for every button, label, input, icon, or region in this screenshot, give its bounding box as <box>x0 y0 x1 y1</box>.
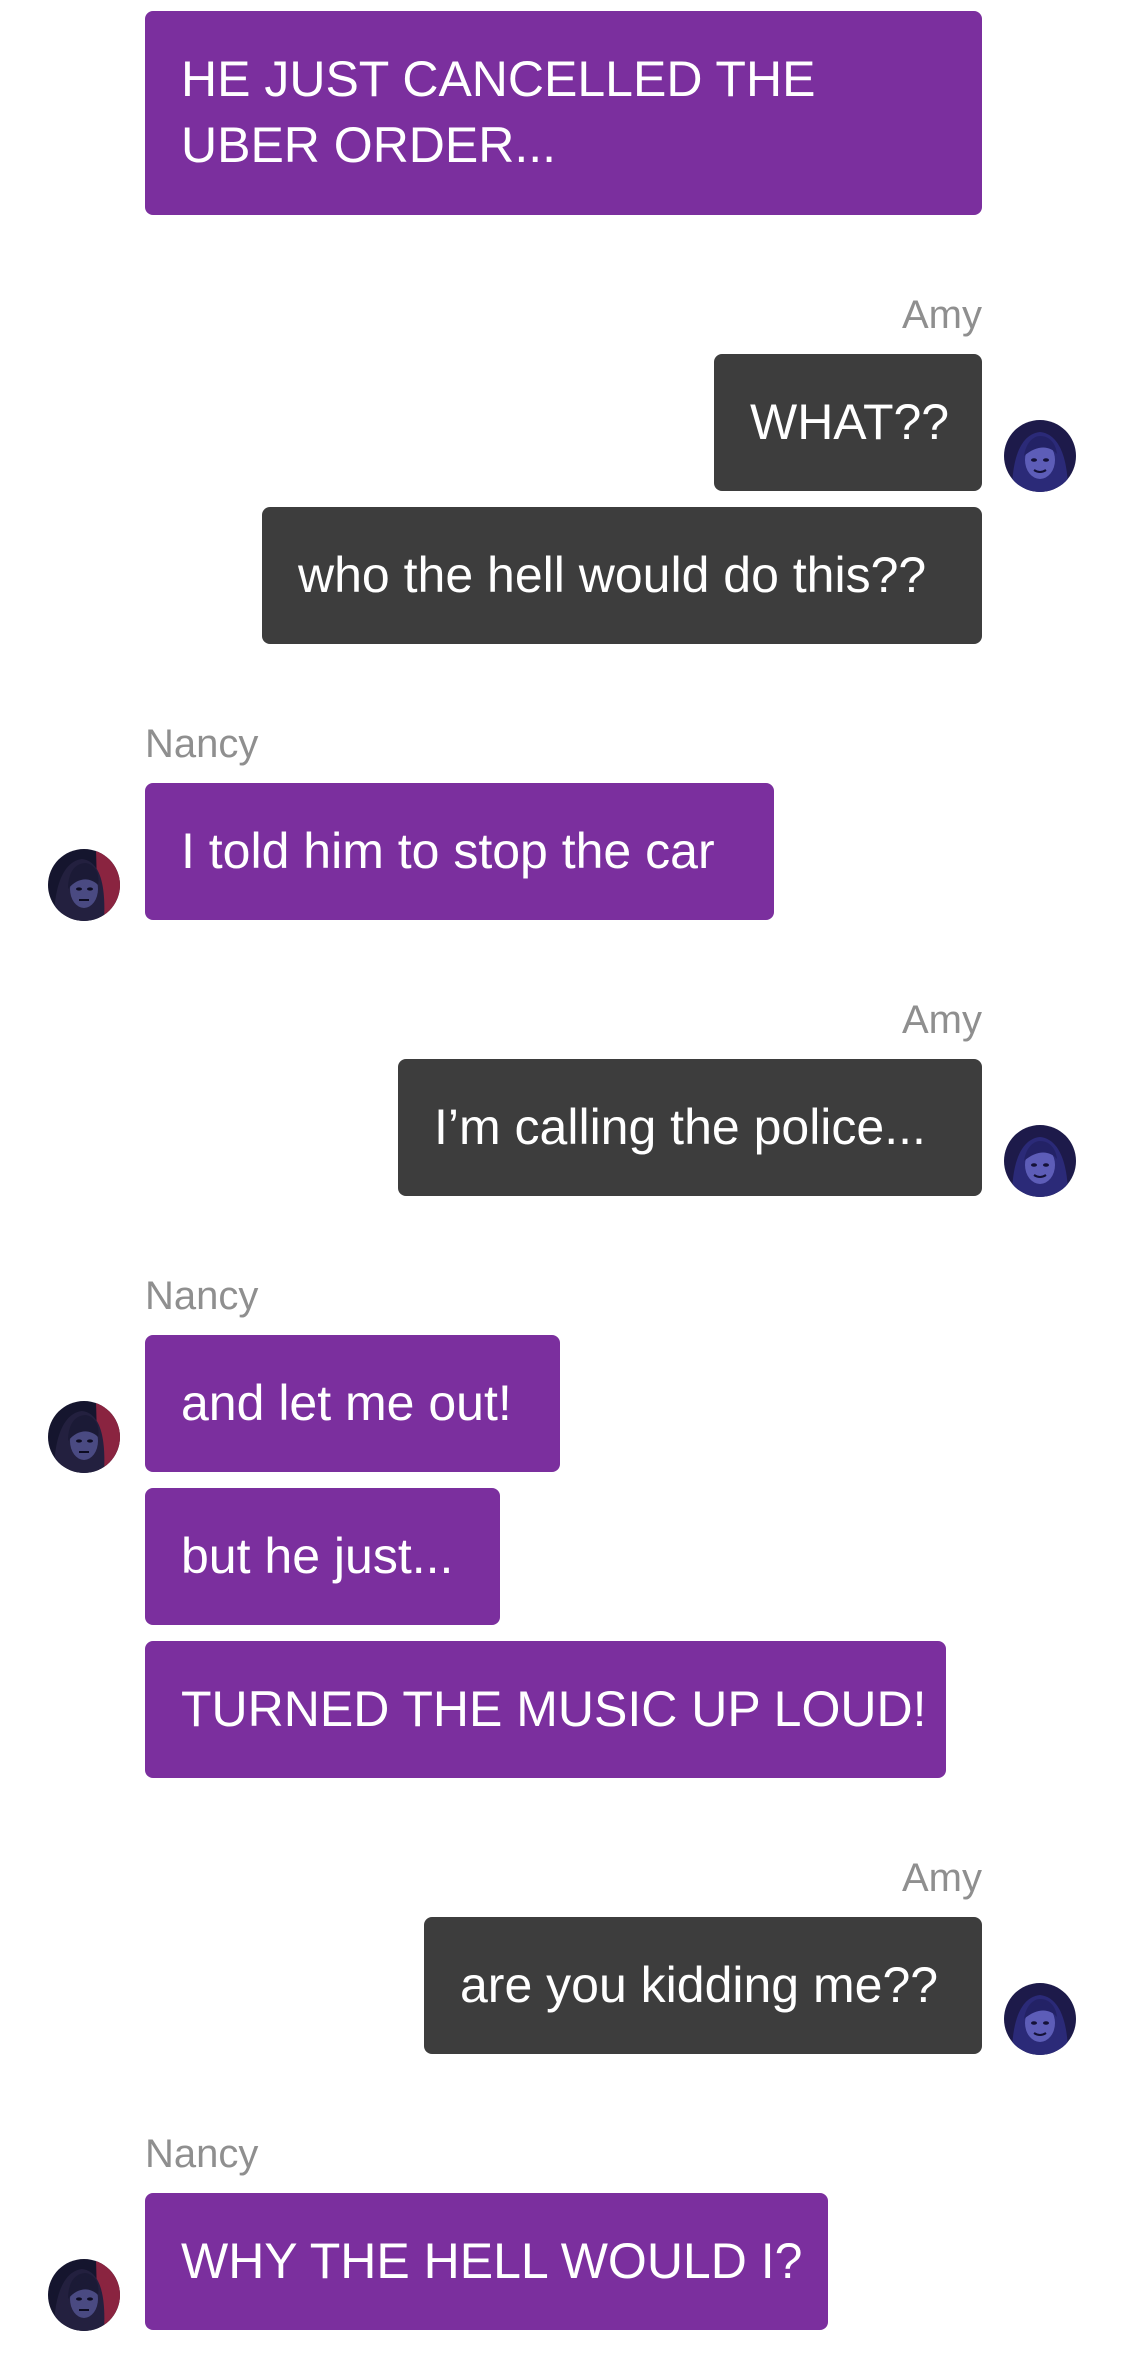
amy-avatar-icon[interactable] <box>1004 1125 1076 1197</box>
sender-name: Nancy <box>145 722 259 766</box>
message-bubble[interactable]: and let me out! <box>145 1335 560 1472</box>
nancy-avatar-icon[interactable] <box>48 2259 120 2331</box>
sender-name: Amy <box>902 998 982 1042</box>
amy-avatar-icon[interactable] <box>1004 420 1076 492</box>
message-text: but he just... <box>181 1528 454 1584</box>
amy-avatar-icon[interactable] <box>1004 1983 1076 2055</box>
message-text: are you kidding me?? <box>460 1957 939 2013</box>
message-bubble[interactable]: I’m calling the police... <box>398 1059 982 1196</box>
message-bubble[interactable]: I told him to stop the car <box>145 783 774 920</box>
sender-name: Nancy <box>145 2132 259 2176</box>
message-text: who the hell would do this?? <box>298 547 927 603</box>
sender-name: Amy <box>902 1856 982 1900</box>
nancy-avatar-icon[interactable] <box>48 1401 120 1473</box>
message-text: and let me out! <box>181 1375 512 1431</box>
message-text: I’m calling the police... <box>434 1099 926 1155</box>
message-bubble[interactable]: WHY THE HELL WOULD I? <box>145 2193 828 2330</box>
message-text: WHAT?? <box>750 394 950 450</box>
message-text: TURNED THE MUSIC UP LOUD! <box>181 1681 927 1737</box>
message-text: HE JUST CANCELLED THE UBER ORDER... <box>181 51 816 173</box>
message-bubble[interactable]: who the hell would do this?? <box>262 507 982 644</box>
message-text: WHY THE HELL WOULD I? <box>181 2233 803 2289</box>
message-text: I told him to stop the car <box>181 823 715 879</box>
nancy-avatar-icon[interactable] <box>48 849 120 921</box>
message-bubble[interactable]: are you kidding me?? <box>424 1917 982 2054</box>
sender-name: Amy <box>902 293 982 337</box>
sender-name: Nancy <box>145 1274 259 1318</box>
message-bubble[interactable]: HE JUST CANCELLED THE UBER ORDER... <box>145 11 982 215</box>
message-bubble[interactable]: TURNED THE MUSIC UP LOUD! <box>145 1641 946 1778</box>
message-bubble[interactable]: WHAT?? <box>714 354 982 491</box>
message-bubble[interactable]: but he just... <box>145 1488 500 1625</box>
